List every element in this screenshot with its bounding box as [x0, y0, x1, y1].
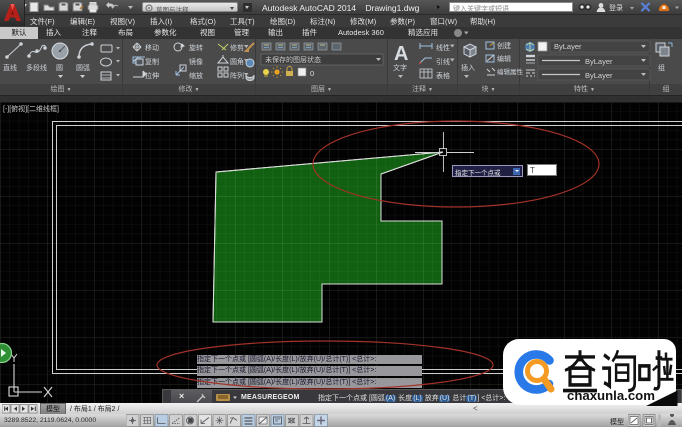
svg-text:chaxunla.com: chaxunla.com [567, 388, 655, 403]
